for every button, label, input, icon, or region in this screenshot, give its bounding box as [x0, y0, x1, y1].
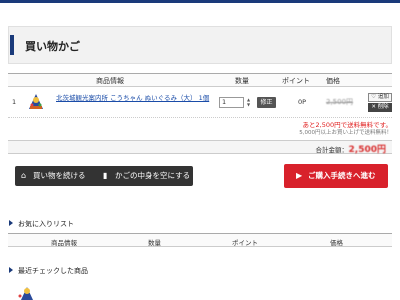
trash-icon: ▮ [103, 171, 108, 180]
quantity-stepper[interactable]: ▲ ▼ [245, 97, 252, 108]
page-title: 買い物かご [25, 40, 80, 53]
recent-item-thumbnail[interactable] [16, 285, 38, 300]
row-number: 1 [12, 98, 17, 106]
favorites-title-text: お気に入りリスト [18, 220, 74, 228]
fav-col-price: 価格 [330, 239, 343, 247]
recent-section-title: 最近チェックした商品 [9, 266, 88, 276]
home-icon: ⌂ [21, 171, 27, 180]
top-bar [0, 0, 400, 3]
add-favorite-button[interactable]: ♡ 追加 [368, 93, 392, 102]
cart-row: 1 北茨城観光案内所 こうちゃん ぬいぐるみ（大） 1個 1 ▲ ▼ 修正 0P … [8, 88, 392, 118]
recent-title-text: 最近チェックした商品 [18, 267, 88, 275]
fav-col-quantity: 数量 [148, 239, 161, 247]
section-arrow-icon [9, 220, 13, 226]
cart-table-header: 商品情報 数量 ポイント 価格 [8, 73, 392, 87]
total-bar: 合計金額： 2,500円 [8, 140, 392, 155]
item-point: 0P [298, 98, 307, 106]
total-label: 合計金額： [315, 146, 349, 154]
checkout-label: ご購入手続きへ進む [308, 171, 376, 180]
col-quantity: 数量 [235, 77, 249, 85]
col-price: 価格 [326, 77, 340, 85]
section-arrow-icon [9, 267, 13, 273]
col-point: ポイント [282, 77, 310, 85]
page-header: 買い物かご [8, 26, 392, 64]
empty-cart-button[interactable]: ▮ かごの中身を空にする [97, 166, 193, 186]
continue-shopping-button[interactable]: ⌂ 買い物を続ける [15, 166, 100, 186]
favorites-section-title: お気に入りリスト [9, 219, 74, 229]
quantity-input[interactable]: 1 [219, 97, 244, 108]
empty-cart-label: かごの中身を空にする [115, 171, 191, 180]
checkout-button[interactable]: ▶ ご購入手続きへ進む [284, 164, 388, 188]
shipping-sub-note: 5,000円以上お買い上げで送料無料！ [299, 130, 392, 136]
product-name-link[interactable]: 北茨城観光案内所 こうちゃん ぬいぐるみ（大） 1個 [56, 94, 211, 103]
delete-item-button[interactable]: ✕ 削除 [368, 103, 392, 112]
cart-icon: ▶ [296, 171, 303, 180]
total-value: 2,500円 [348, 145, 386, 155]
fav-col-product: 商品情報 [51, 239, 77, 247]
col-product: 商品情報 [96, 77, 124, 85]
product-thumbnail[interactable] [27, 93, 45, 111]
fav-col-point: ポイント [232, 239, 258, 247]
continue-shopping-label: 買い物を続ける [33, 171, 86, 180]
header-accent-mark [10, 35, 14, 55]
fix-quantity-button[interactable]: 修正 [257, 97, 276, 108]
item-price: 2,500円 [326, 98, 354, 106]
favorites-table-header: 商品情報 数量 ポイント 価格 [8, 233, 392, 247]
